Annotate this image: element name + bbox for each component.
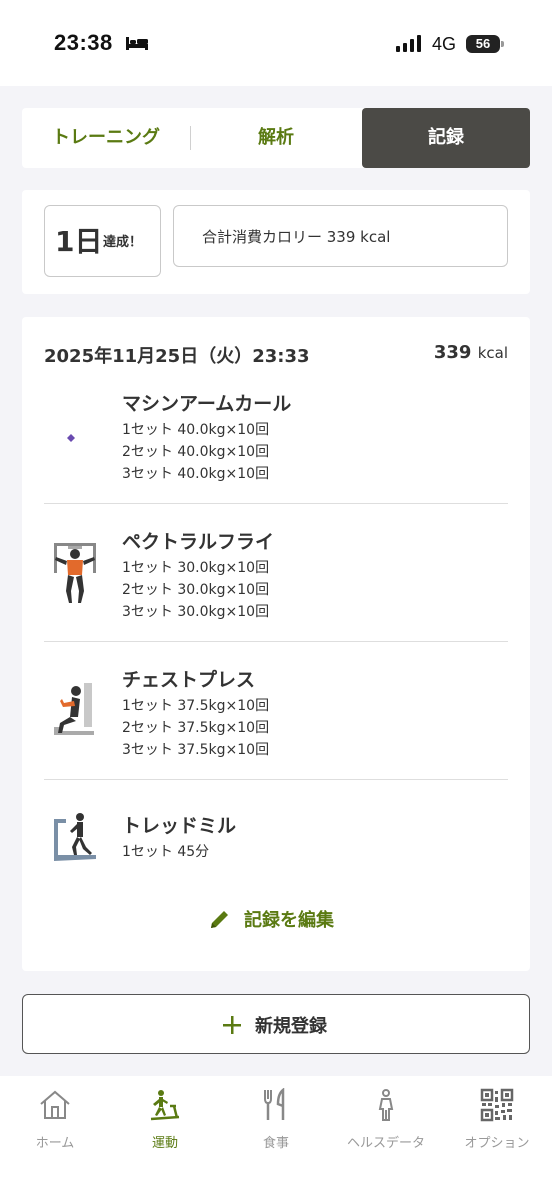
exercise-set: 1セット 45分	[122, 844, 210, 860]
record-datetime: 2025年11月25日（火）23:33	[44, 346, 310, 367]
nav-home-label: ホーム	[35, 1136, 75, 1151]
exercise-divider	[44, 779, 508, 780]
tab-divider	[190, 126, 191, 150]
nav-options-label: オプション	[464, 1136, 530, 1151]
achievement-suffix: 達成！	[103, 235, 143, 250]
nav-home[interactable]: ホーム	[0, 1086, 110, 1151]
exercise-item[interactable]: チェストプレス 1セット 37.5kg×10回 2セット 37.5kg×10回 …	[44, 665, 508, 775]
total-calories-box: 合計消費カロリー 339 kcal	[173, 205, 508, 267]
nav-meal[interactable]: 食事	[221, 1086, 331, 1151]
exercise-set: 3セット 37.5kg×10回	[122, 742, 270, 758]
nav-health-data[interactable]: ヘルスデータ	[331, 1086, 441, 1151]
achievement-days-box: 1日 達成！	[44, 205, 161, 277]
edit-record-label: 記録を編集	[244, 910, 334, 931]
exercise-divider	[44, 641, 508, 642]
exercise-divider	[44, 503, 508, 504]
meal-icon	[264, 1088, 285, 1120]
nav-exercise[interactable]: 運動	[110, 1086, 220, 1151]
battery-icon: 56	[466, 35, 504, 53]
exercise-name: ペクトラルフライ	[122, 531, 275, 553]
signal-icon	[396, 35, 421, 52]
exercise-set: 1セット 37.5kg×10回	[122, 698, 270, 714]
arm-curl-icon	[67, 434, 75, 442]
exercise-set: 2セット 30.0kg×10回	[122, 582, 270, 598]
exercise-set: 3セット 30.0kg×10回	[122, 604, 270, 620]
nav-exercise-label: 運動	[151, 1136, 178, 1151]
chest-press-icon	[54, 683, 94, 735]
new-registration-label: 新規登録	[255, 1016, 327, 1037]
tab-training[interactable]: トレーニング	[22, 108, 190, 168]
health-icon	[378, 1089, 394, 1121]
exercise-name: チェストプレス	[122, 669, 256, 691]
tab-record[interactable]: 記録	[362, 108, 530, 168]
nav-health-data-label: ヘルスデータ	[346, 1136, 425, 1151]
treadmill-icon	[54, 813, 96, 861]
exercise-icon	[150, 1090, 180, 1121]
record-kcal-unit: kcal	[477, 344, 508, 362]
exercise-name: トレッドミル	[122, 815, 237, 837]
tab-analysis[interactable]: 解析	[192, 108, 360, 168]
total-calories-text: 合計消費カロリー 339 kcal	[202, 228, 391, 246]
home-icon	[40, 1090, 70, 1119]
exercise-item[interactable]: ペクトラルフライ 1セット 30.0kg×10回 2セット 30.0kg×10回…	[44, 527, 508, 637]
pencil-icon	[211, 911, 228, 928]
nav-options[interactable]: オプション	[442, 1086, 552, 1151]
exercise-set: 2セット 37.5kg×10回	[122, 720, 270, 736]
bottom-navigation: ホーム 運動 食事 ヘルスデータ オプション	[0, 1076, 552, 1200]
segment-tabs: トレーニング 解析 記録	[22, 108, 530, 168]
pectoral-fly-icon	[54, 543, 96, 603]
achievement-days: 1日	[55, 225, 103, 258]
record-kcal-value: 339	[433, 342, 472, 363]
exercise-set: 2セット 40.0kg×10回	[122, 444, 270, 460]
record-card: 2025年11月25日（火）23:33 339 kcal マシンアームカール 1…	[22, 317, 530, 971]
plus-icon	[223, 1016, 241, 1034]
exercise-set: 3セット 40.0kg×10回	[122, 466, 270, 482]
achievement-card: 1日 達成！ 合計消費カロリー 339 kcal	[22, 190, 530, 294]
exercise-name: マシンアームカール	[122, 393, 292, 415]
bed-icon	[126, 37, 148, 50]
nav-meal-label: 食事	[262, 1136, 289, 1151]
status-bar: 23:38 4G 56	[0, 0, 552, 86]
exercise-set: 1セット 40.0kg×10回	[122, 422, 270, 438]
record-kcal: 339 kcal	[434, 342, 508, 363]
exercise-set: 1セット 30.0kg×10回	[122, 560, 270, 576]
qr-icon	[480, 1088, 514, 1122]
status-time: 23:38	[54, 30, 113, 55]
exercise-item[interactable]: トレッドミル 1セット 45分	[44, 811, 508, 871]
exercise-item[interactable]: マシンアームカール 1セット 40.0kg×10回 2セット 40.0kg×10…	[44, 389, 508, 499]
network-label: 4G	[432, 34, 457, 54]
new-registration-button[interactable]: 新規登録	[22, 994, 530, 1054]
